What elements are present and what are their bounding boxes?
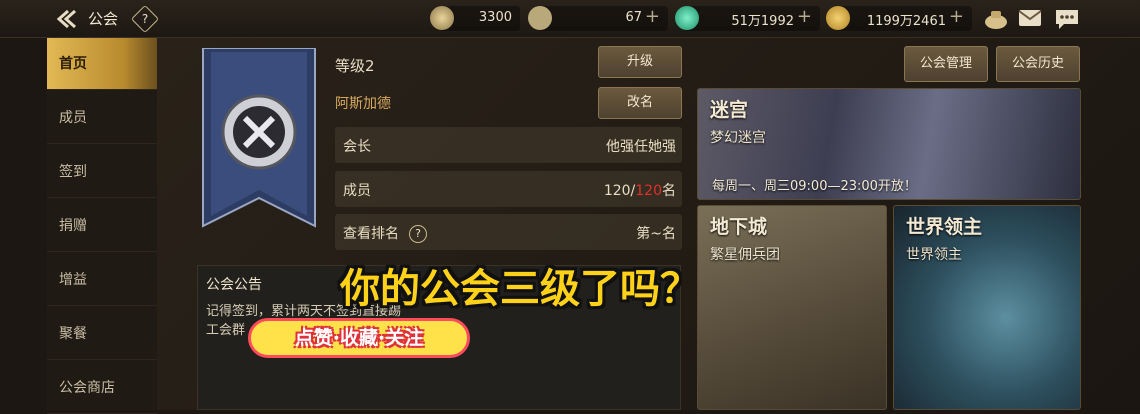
world-boss-subtitle: 世界领主 [906, 247, 962, 263]
dungeon-card[interactable]: 地下城 繁星佣兵团 [697, 205, 887, 410]
members-max: 120 [635, 183, 662, 199]
members-unit: 名 [662, 183, 676, 199]
resource-value: 1199万2461 [866, 14, 946, 29]
resource-value: 3300 [478, 10, 512, 25]
members-row: 成员 120/120名 [335, 171, 682, 207]
dungeon-subtitle: 繁星佣兵团 [710, 247, 780, 263]
resource-value: 51万1992 [731, 14, 794, 29]
rank-label: 查看排名? [343, 223, 427, 243]
members-current: 120/ [603, 183, 636, 199]
upgrade-button[interactable]: 升级 [598, 46, 682, 78]
video-caption: 你的公会三级了吗？ [340, 266, 700, 312]
gear-coin-icon [430, 6, 454, 30]
maze-subtitle: 梦幻迷宫 [710, 130, 766, 146]
resource-c-coin: 67 + [528, 6, 668, 31]
guild-level: 等级2 [335, 57, 375, 75]
sidebar: 首页 成员 签到 捐赠 增益 聚餐 公会商店 [47, 38, 157, 414]
chat-icon[interactable] [1054, 8, 1080, 30]
help-glyph: ? [141, 12, 149, 26]
rank-help-icon[interactable]: ? [409, 225, 427, 243]
leader-row: 会长 他强任她强 [335, 127, 682, 163]
rank-label-text: 查看排名 [343, 226, 399, 242]
sidebar-item-checkin[interactable]: 签到 [47, 146, 157, 198]
rank-row[interactable]: 查看排名? 第~名 [335, 214, 682, 250]
help-icon[interactable]: ? [130, 4, 160, 34]
guild-banner-emblem [202, 48, 316, 228]
add-gold-button[interactable]: + [949, 6, 964, 27]
resource-gem: 51万1992 + [675, 6, 820, 31]
c-coin-icon [528, 6, 552, 30]
guild-manage-button[interactable]: 公会管理 [904, 46, 988, 82]
sidebar-item-members[interactable]: 成员 [47, 92, 157, 144]
dungeon-title: 地下城 [710, 216, 768, 238]
guild-history-button[interactable]: 公会历史 [996, 46, 1080, 82]
notice-title: 公会公告 [206, 277, 262, 293]
add-gem-button[interactable]: + [797, 6, 812, 27]
rank-value: 第~名 [636, 226, 676, 242]
members-label: 成员 [343, 183, 371, 199]
maze-card[interactable]: 迷宫 梦幻迷宫 每周一、周三09:00—23:00开放！ [697, 88, 1081, 200]
resource-gear-coin: 3300 [430, 6, 520, 31]
resource-gold: 1199万2461 + [826, 6, 972, 31]
sidebar-item-home[interactable]: 首页 [47, 38, 157, 90]
treasure-bag-icon[interactable] [983, 8, 1009, 30]
mail-icon[interactable] [1018, 9, 1042, 27]
guild-name: 阿斯加德 [335, 96, 391, 112]
world-boss-title: 世界领主 [906, 216, 983, 238]
maze-schedule: 每周一、周三09:00—23:00开放！ [712, 179, 917, 194]
gold-coin-icon [826, 6, 850, 30]
like-favorite-follow-sticker: 点赞·收藏·关注 [248, 318, 470, 358]
sidebar-item-feast[interactable]: 聚餐 [47, 308, 157, 360]
back-arrow-icon[interactable] [55, 8, 81, 30]
members-value: 120/120名 [604, 180, 676, 200]
top-bar: 公会 ? 3300 67 + 51万1992 + 1199万2461 + [0, 0, 1140, 38]
world-boss-card[interactable]: 世界领主 世界领主 [893, 205, 1081, 410]
page-title: 公会 [88, 10, 119, 28]
green-gem-icon [675, 6, 699, 30]
rename-button[interactable]: 改名 [598, 87, 682, 119]
leader-value: 他强任她强 [606, 139, 676, 155]
sidebar-item-buffs[interactable]: 增益 [47, 254, 157, 306]
resource-value: 67 [625, 10, 642, 25]
maze-title: 迷宫 [710, 99, 749, 121]
leader-label: 会长 [343, 139, 371, 155]
sidebar-item-guild-shop[interactable]: 公会商店 [47, 362, 157, 414]
add-c-coin-button[interactable]: + [645, 6, 660, 27]
sidebar-item-donate[interactable]: 捐赠 [47, 200, 157, 252]
